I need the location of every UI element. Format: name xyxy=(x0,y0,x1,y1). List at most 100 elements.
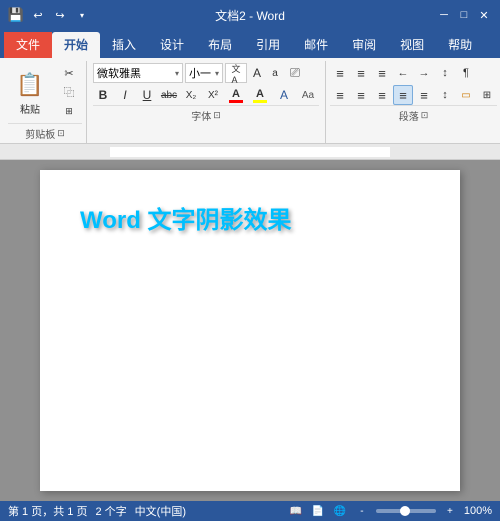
font-name-selector[interactable]: 微软雅黑 ▾ xyxy=(93,63,183,83)
para-controls: ≡ ≡ ≡ ← → ↕ ¶ ≡ ≡ ≡ ≡ ≡ ↕ ▭ ⊞ xyxy=(330,63,497,105)
ruler-content xyxy=(110,147,390,157)
clipboard-expand[interactable]: ⊡ xyxy=(57,128,65,139)
document-area: Word 文字阴影效果 xyxy=(0,160,500,501)
copy-button[interactable]: ⿻ xyxy=(56,83,82,101)
paste-label: 粘贴 xyxy=(20,101,40,116)
clipboard-group: 📋 粘贴 ✂ ⿻ ⊞ 剪贴板 ⊡ xyxy=(4,61,87,143)
ruler-left-margin xyxy=(60,147,110,157)
paragraph-group: ≡ ≡ ≡ ← → ↕ ¶ ≡ ≡ ≡ ≡ ≡ ↕ ▭ ⊞ 段落 ⊡ xyxy=(326,61,500,143)
font-size-up-button[interactable]: A xyxy=(249,63,265,83)
border-button[interactable]: ⊞ xyxy=(477,85,497,105)
tab-insert[interactable]: 插入 xyxy=(100,32,148,58)
view-print-button[interactable]: 📄 xyxy=(310,503,326,519)
highlight-icon: A xyxy=(256,88,264,100)
clear-format-button[interactable]: ⎚ xyxy=(285,63,305,83)
minimize-button[interactable]: ─ xyxy=(436,7,452,23)
indent-increase-button[interactable]: → xyxy=(414,63,434,83)
underline-button[interactable]: U xyxy=(137,85,157,105)
clipboard-label: 剪贴板 ⊡ xyxy=(8,123,82,143)
zoom-slider[interactable] xyxy=(376,509,436,513)
tab-help[interactable]: 帮助 xyxy=(436,32,484,58)
undo-button[interactable]: ↩ xyxy=(30,7,46,23)
redo-button[interactable]: ↪ xyxy=(52,7,68,23)
status-right: 📖 📄 🌐 - + 100% xyxy=(288,503,492,519)
highlight-bar xyxy=(253,100,267,103)
paragraph-group-label: 段落 ⊡ xyxy=(330,105,497,125)
zoom-out-button[interactable]: - xyxy=(354,503,370,519)
para-row1: ≡ ≡ ≡ ← → ↕ ¶ xyxy=(330,63,497,83)
char-spacing-button[interactable]: Aa xyxy=(297,85,319,105)
tab-mailings[interactable]: 邮件 xyxy=(292,32,340,58)
numbering-button[interactable]: ≡ xyxy=(351,63,371,83)
line-spacing-button[interactable]: ↕ xyxy=(435,85,455,105)
restore-button[interactable]: □ xyxy=(456,7,472,23)
document-page[interactable]: Word 文字阴影效果 xyxy=(40,170,460,491)
distribute-button[interactable]: ≡ xyxy=(414,85,434,105)
status-bar: 第 1 页，共 1 页 2 个字 中文(中国) 📖 📄 🌐 - + 100% xyxy=(0,501,500,521)
ruler xyxy=(0,144,500,160)
paste-button[interactable]: 📋 粘贴 xyxy=(8,67,52,118)
font-group-label: 字体 ⊡ xyxy=(93,105,319,125)
font-color-bar xyxy=(229,100,243,103)
justify-button[interactable]: ≡ xyxy=(393,85,413,105)
paste-icon: 📋 xyxy=(14,69,46,101)
quick-access-dropdown[interactable]: ▾ xyxy=(74,7,90,23)
tab-layout[interactable]: 布局 xyxy=(196,32,244,58)
font-controls: 微软雅黑 ▾ 小一 ▾ 文A A a ⎚ B I U abc X₂ X² xyxy=(93,63,319,105)
ruler-right-margin xyxy=(390,147,440,157)
align-left-button[interactable]: ≡ xyxy=(330,85,350,105)
ribbon-toolbar: 📋 粘贴 ✂ ⿻ ⊞ 剪贴板 ⊡ 微软雅黑 ▾ 小一 ▾ xyxy=(0,58,500,144)
page-info: 第 1 页，共 1 页 xyxy=(8,503,87,519)
tab-view[interactable]: 视图 xyxy=(388,32,436,58)
clipboard-small-buttons: ✂ ⿻ ⊞ xyxy=(56,64,82,120)
save-icon[interactable]: 💾 xyxy=(8,7,24,23)
font-size-selector[interactable]: 小一 ▾ xyxy=(185,63,223,83)
subscript-button[interactable]: X₂ xyxy=(181,85,201,105)
language: 中文(中国) xyxy=(135,503,186,519)
font-expand[interactable]: ⊡ xyxy=(213,110,221,121)
close-button[interactable]: ✕ xyxy=(476,7,492,23)
paragraph-expand[interactable]: ⊡ xyxy=(421,110,429,121)
show-pilcrow-button[interactable]: ¶ xyxy=(456,63,476,83)
tab-home[interactable]: 开始 xyxy=(52,32,100,58)
sort-button[interactable]: ↕ xyxy=(435,63,455,83)
para-row2: ≡ ≡ ≡ ≡ ≡ ↕ ▭ ⊞ xyxy=(330,85,497,105)
font-size-down-button[interactable]: a xyxy=(267,63,283,83)
font-row1: 微软雅黑 ▾ 小一 ▾ 文A A a ⎚ xyxy=(93,63,319,83)
document-headline: Word 文字阴影效果 xyxy=(80,200,420,235)
strikethrough-button[interactable]: abc xyxy=(159,85,179,105)
font-size-dropdown-icon: ▾ xyxy=(215,69,219,78)
font-name-dropdown-icon: ▾ xyxy=(175,69,179,78)
align-center-button[interactable]: ≡ xyxy=(351,85,371,105)
title-bar-left: 💾 ↩ ↪ ▾ xyxy=(8,7,90,23)
font-color-button[interactable]: A xyxy=(225,85,247,105)
ribbon-tabs: 文件 开始 插入 设计 布局 引用 邮件 审阅 视图 帮助 xyxy=(0,30,500,58)
font-group: 微软雅黑 ▾ 小一 ▾ 文A A a ⎚ B I U abc X₂ X² xyxy=(87,61,326,143)
window-controls: ─ □ ✕ xyxy=(436,7,492,23)
zoom-thumb xyxy=(400,506,410,516)
cut-button[interactable]: ✂ xyxy=(56,64,82,82)
format-painter-button[interactable]: ⊞ xyxy=(56,102,82,120)
tab-references[interactable]: 引用 xyxy=(244,32,292,58)
tab-design[interactable]: 设计 xyxy=(148,32,196,58)
highlight-color-button[interactable]: A xyxy=(249,85,271,105)
tab-review[interactable]: 审阅 xyxy=(340,32,388,58)
superscript-button[interactable]: X² xyxy=(203,85,223,105)
bold-button[interactable]: B xyxy=(93,85,113,105)
tab-file[interactable]: 文件 xyxy=(4,32,52,58)
align-right-button[interactable]: ≡ xyxy=(372,85,392,105)
shading-button[interactable]: ▭ xyxy=(456,85,476,105)
zoom-in-button[interactable]: + xyxy=(442,503,458,519)
title-bar: 💾 ↩ ↪ ▾ 文档2 - Word ─ □ ✕ xyxy=(0,0,500,30)
italic-button[interactable]: I xyxy=(115,85,135,105)
text-effects-button[interactable]: A xyxy=(273,85,295,105)
font-row2: B I U abc X₂ X² A A A Aa xyxy=(93,85,319,105)
multilevel-list-button[interactable]: ≡ xyxy=(372,63,392,83)
view-web-button[interactable]: 🌐 xyxy=(332,503,348,519)
bullets-button[interactable]: ≡ xyxy=(330,63,350,83)
wen-icon: 文A xyxy=(225,63,247,83)
font-color-icon: A xyxy=(232,88,240,100)
indent-decrease-button[interactable]: ← xyxy=(393,63,413,83)
view-read-button[interactable]: 📖 xyxy=(288,503,304,519)
word-count: 2 个字 xyxy=(95,503,126,519)
